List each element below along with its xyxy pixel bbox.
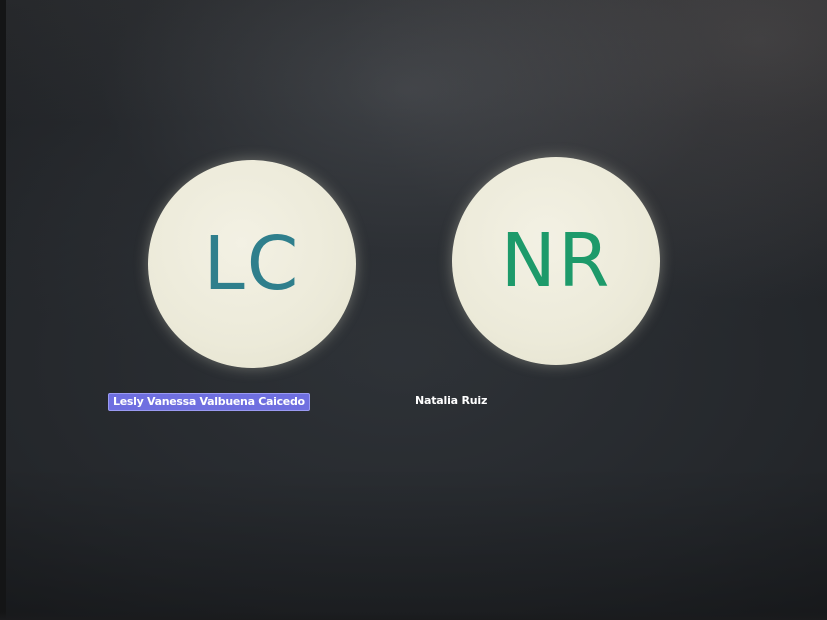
- participant-avatar-lc[interactable]: LC: [148, 160, 356, 368]
- screen-bottom-edge: [0, 612, 827, 620]
- screen-bezel: [0, 0, 6, 620]
- avatar-initials-nr: NR: [500, 218, 612, 304]
- participant-name-nr: Natalia Ruiz: [415, 394, 488, 407]
- meeting-gallery-view: LC Lesly Vanessa Valbuena Caicedo NR Nat…: [0, 0, 827, 620]
- participant-avatar-nr[interactable]: NR: [452, 157, 660, 365]
- participant-name-lc: Lesly Vanessa Valbuena Caicedo: [108, 393, 310, 411]
- avatar-initials-lc: LC: [203, 221, 301, 307]
